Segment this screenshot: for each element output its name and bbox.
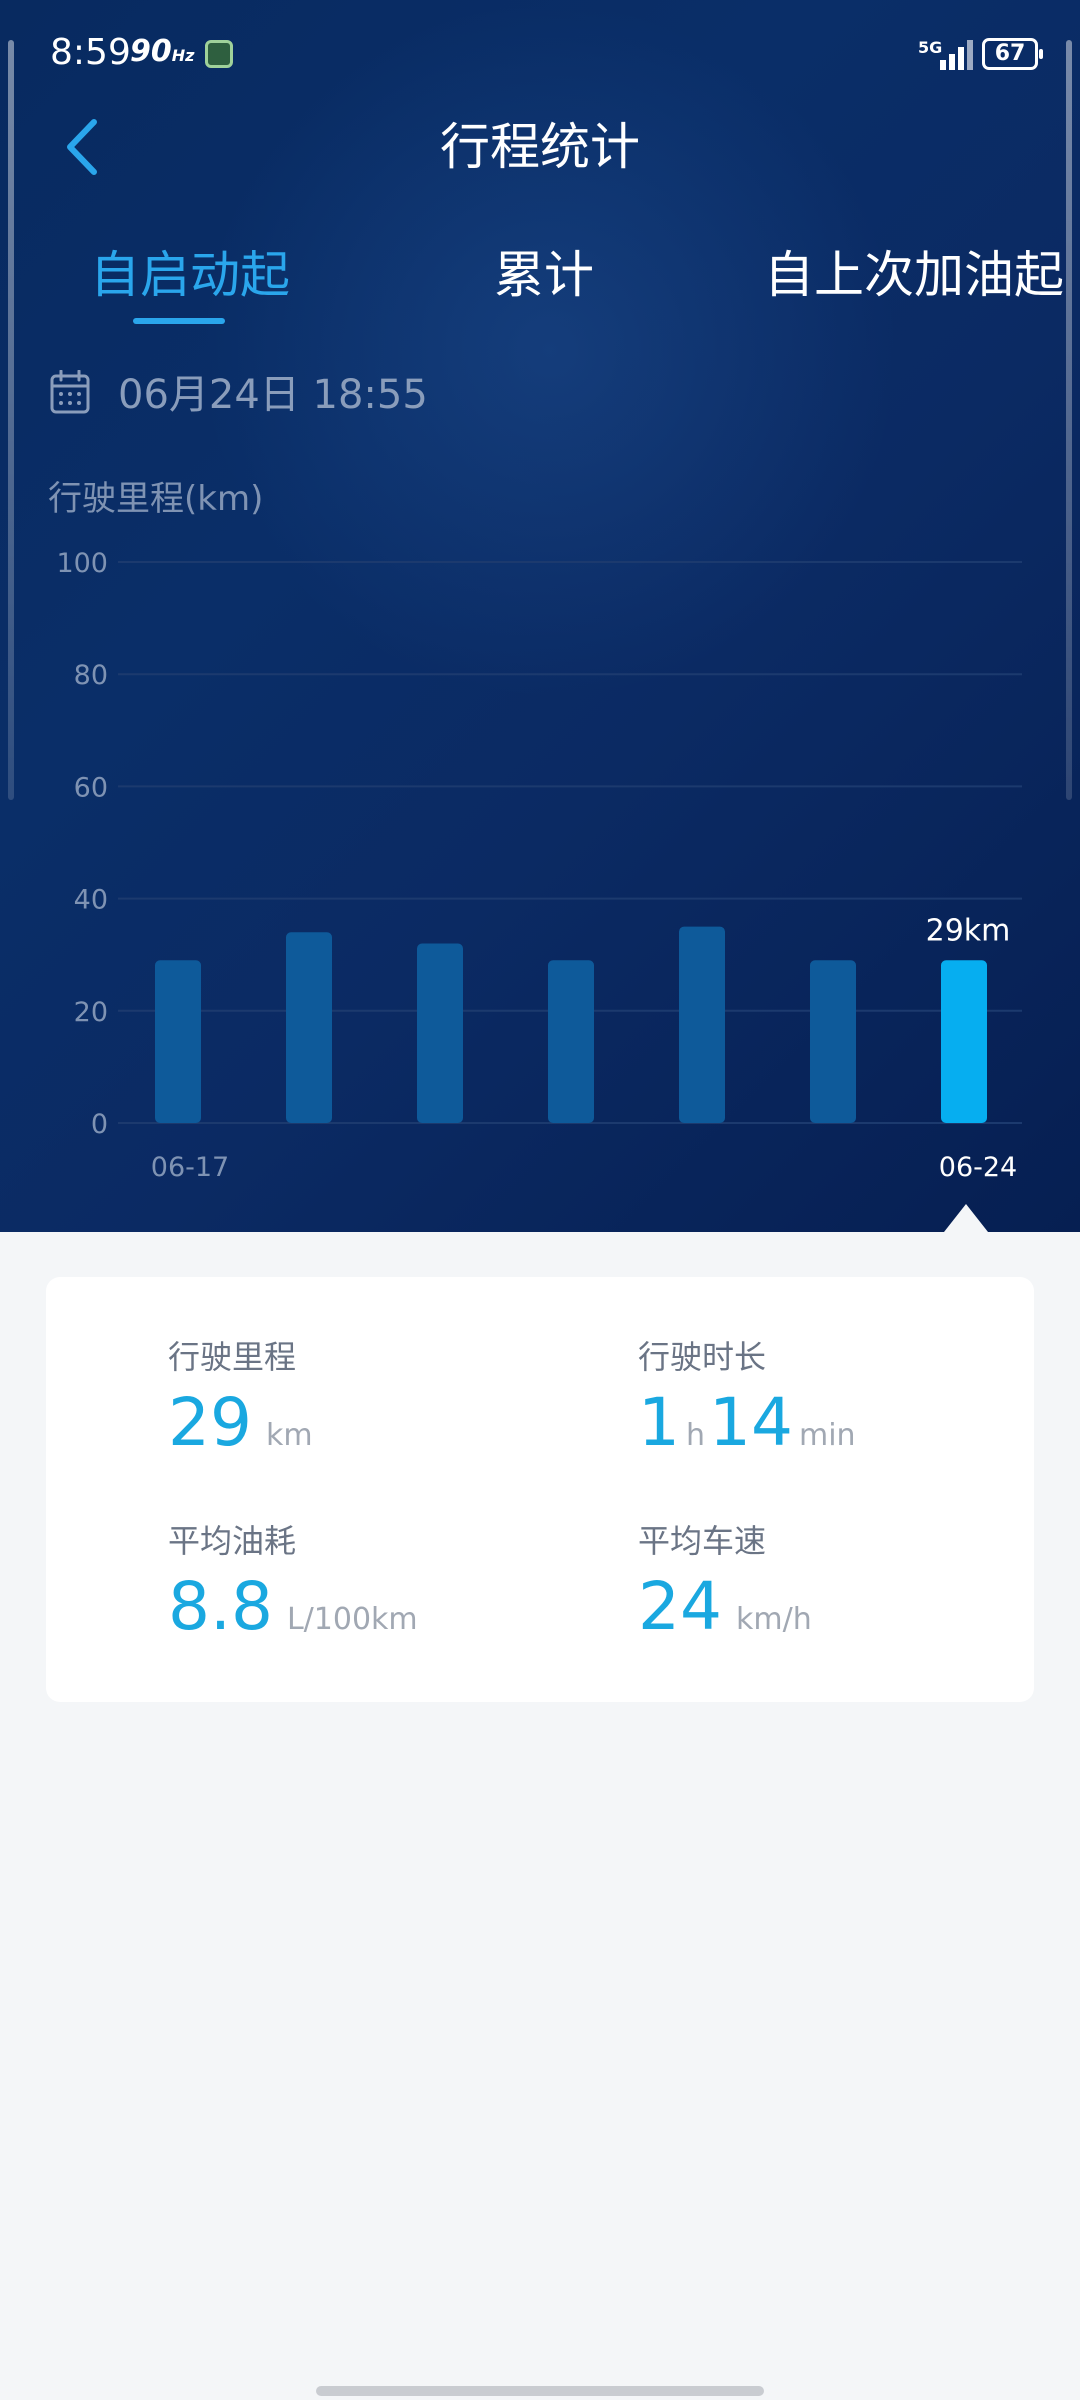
stat-fuel-value: 8.8 [168,1568,273,1645]
bar [679,926,725,1123]
bar-data-label: 29km [926,913,1011,948]
y-tick-label: 60 [74,772,108,803]
x-tick-label: 06-17 [151,1152,229,1183]
stat-duration-hours: 1 [638,1384,680,1461]
stat-fuel: 平均油耗 8.8 L/100km [168,1519,418,1643]
y-tick-label: 0 [91,1109,108,1140]
bar-selected [941,960,987,1123]
stat-fuel-label: 平均油耗 [168,1522,297,1560]
stat-speed-label: 平均车速 [638,1522,767,1560]
trip-summary-card: 行驶里程 29 km 行驶时长 1 h14 min 平均油耗 8.8 L/100km 平… [46,1277,1034,1702]
network-type: 5G [918,38,943,57]
refresh-rate-unit: Hz [171,46,195,65]
stat-speed: 平均车速 24 km/h [638,1519,812,1643]
stat-duration-minutes: 14 [709,1384,793,1461]
stat-speed-unit: km/h [735,1602,812,1637]
stat-duration-minutes-unit: min [799,1418,856,1453]
bar [810,960,856,1123]
home-indicator[interactable] [316,2386,764,2396]
refresh-rate: 90Hz [130,34,194,69]
stat-duration-hours-unit: h [686,1418,706,1453]
bar [417,943,463,1123]
signal-icon [940,40,976,70]
battery-icon: 67 [982,38,1043,70]
stat-distance-unit: km [265,1418,313,1453]
trip-date[interactable]: 06月24日 18:55 [118,368,428,422]
y-tick-label: 80 [74,660,108,691]
stat-duration-label: 行驶时长 [638,1338,767,1376]
calendar-icon[interactable] [50,369,90,414]
tab-since-refuel[interactable]: 自上次加油起 [764,240,1064,310]
stat-fuel-unit: L/100km [286,1602,418,1637]
bar [548,960,594,1123]
status-bar: 8:59 90Hz 5G 67 [0,0,1080,110]
stat-duration: 行驶时长 1 h14 min [638,1335,860,1459]
y-tick-label: 100 [56,548,108,579]
status-time: 8:59 [50,32,131,73]
y-tick-label: 40 [74,885,108,916]
tab-cumulative[interactable]: 累计 [494,240,594,310]
stat-speed-value: 24 [638,1568,722,1645]
refresh-rate-value: 90 [130,34,172,69]
stat-distance-label: 行驶里程 [168,1338,297,1376]
active-tab-indicator [133,318,225,324]
bar [286,932,332,1123]
y-axis-label: 行驶里程(km) [48,479,264,519]
distance-bar-chart: 0 20 40 60 80 100 06-17 29km 06-24 [56,548,1022,1183]
page-title: 行程统计 [440,118,640,176]
y-tick-label: 20 [74,997,108,1028]
stat-distance: 行驶里程 29 km [168,1335,313,1459]
bar [155,960,201,1123]
app-notification-icon [205,40,233,68]
x-tick-label: 06-24 [939,1152,1017,1183]
stat-distance-value: 29 [168,1384,252,1461]
selection-pointer [944,1204,988,1232]
tab-since-start[interactable]: 自启动起 [90,240,290,310]
